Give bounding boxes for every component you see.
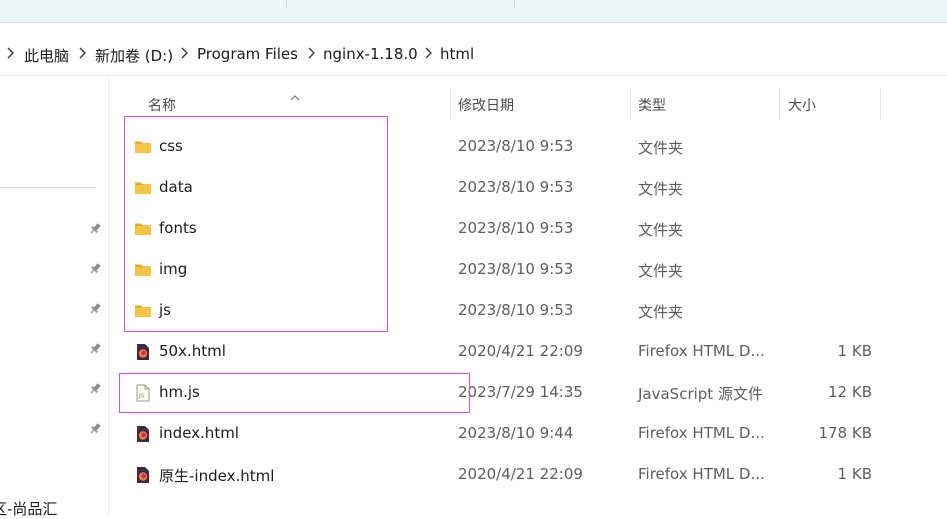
navigation-pane [0, 76, 109, 516]
highlight-box-hmjs [119, 373, 470, 413]
tab-strip [0, 0, 947, 23]
firefox-html-icon [134, 425, 152, 443]
file-row[interactable]: 原生-index.html 2020/4/21 22:09 Firefox HT… [124, 454, 924, 495]
file-modified: 2023/8/10 9:53 [458, 178, 574, 196]
address-bar[interactable]: 此电脑 新加卷 (D:) Program Files nginx-1.18.0 … [0, 33, 947, 76]
file-size: 12 KB [828, 383, 872, 401]
breadcrumb-item-current[interactable]: html [440, 45, 474, 63]
pin-icon[interactable] [88, 341, 102, 355]
highlight-box-folders [124, 116, 388, 332]
column-divider[interactable] [779, 88, 780, 120]
pin-icon[interactable] [88, 221, 102, 235]
chevron-right-icon[interactable] [423, 46, 433, 60]
breadcrumb-item[interactable]: 新加卷 (D:) [95, 45, 173, 66]
file-type: 文件夹 [638, 139, 684, 157]
file-modified: 2023/7/29 14:35 [458, 383, 583, 401]
file-type: Firefox HTML D... [638, 424, 765, 442]
column-divider[interactable] [880, 88, 881, 120]
pin-icon[interactable] [88, 301, 102, 315]
file-modified: 2023/8/10 9:53 [458, 137, 574, 155]
file-name[interactable]: 50x.html [159, 342, 226, 360]
column-header-name[interactable]: 名称 [148, 95, 176, 115]
file-name[interactable]: 原生-index.html [159, 465, 274, 486]
column-divider[interactable] [450, 88, 451, 120]
file-type: 文件夹 [638, 303, 684, 321]
file-type: Firefox HTML D... [638, 342, 765, 360]
file-row[interactable]: index.html 2023/8/10 9:44 Firefox HTML D… [124, 413, 924, 454]
nav-divider [0, 187, 96, 188]
chevron-right-icon [5, 46, 15, 60]
pin-icon[interactable] [88, 261, 102, 275]
column-header-size[interactable]: 大小 [788, 95, 816, 115]
file-type: JavaScript 源文件 [638, 385, 763, 403]
file-type: 文件夹 [638, 221, 684, 239]
file-modified: 2023/8/10 9:53 [458, 301, 574, 319]
sort-ascending-icon[interactable] [290, 86, 300, 101]
file-size: 1 KB [837, 465, 872, 483]
file-modified: 2023/8/10 9:44 [458, 424, 574, 442]
file-modified: 2023/8/10 9:53 [458, 260, 574, 278]
tab-separator [514, 0, 515, 8]
pin-icon[interactable] [88, 381, 102, 395]
file-type: 文件夹 [638, 180, 684, 198]
tab-separator [286, 0, 287, 8]
pin-icon[interactable] [88, 421, 102, 435]
file-name[interactable]: index.html [159, 424, 239, 442]
file-modified: 2023/8/10 9:53 [458, 219, 574, 237]
file-row[interactable]: 50x.html 2020/4/21 22:09 Firefox HTML D.… [124, 331, 924, 372]
column-header-type[interactable]: 类型 [638, 95, 666, 115]
chevron-right-icon[interactable] [179, 46, 189, 60]
firefox-html-icon [134, 466, 152, 484]
file-type: Firefox HTML D... [638, 465, 765, 483]
breadcrumb-item[interactable]: nginx-1.18.0 [323, 45, 418, 63]
file-modified: 2020/4/21 22:09 [458, 342, 583, 360]
column-header-modified[interactable]: 修改日期 [458, 95, 514, 115]
file-type: 文件夹 [638, 262, 684, 280]
file-modified: 2020/4/21 22:09 [458, 465, 583, 483]
firefox-html-icon [134, 343, 152, 361]
breadcrumb-item[interactable]: 此电脑 [24, 45, 69, 66]
chevron-right-icon[interactable] [306, 46, 316, 60]
chevron-right-icon[interactable] [77, 46, 87, 60]
file-size: 1 KB [837, 342, 872, 360]
file-size: 178 KB [818, 424, 872, 442]
column-divider[interactable] [630, 88, 631, 120]
breadcrumb-item[interactable]: Program Files [197, 45, 298, 63]
